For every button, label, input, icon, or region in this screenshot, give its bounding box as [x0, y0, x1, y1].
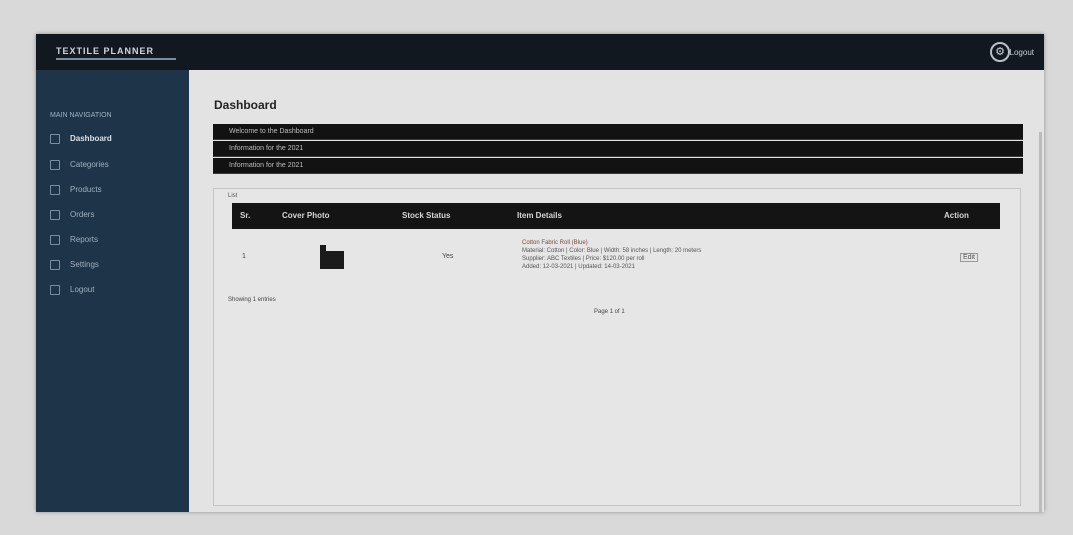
accordion-item[interactable]: Information for the 2021 — [213, 141, 1023, 157]
sidebar-heading: MAIN NAVIGATION — [50, 112, 112, 119]
sidebar-item-label: Reports — [70, 235, 99, 244]
sidebar-item-label: Settings — [70, 260, 99, 269]
sidebar-item-products[interactable]: Products — [50, 183, 178, 197]
sidebar: MAIN NAVIGATION Dashboard Categories Pro… — [36, 70, 189, 512]
app-window: TEXTILE PLANNER ⚙ Logout MAIN NAVIGATION… — [36, 34, 1044, 512]
square-icon — [50, 284, 60, 295]
sidebar-item-label: Products — [70, 185, 102, 194]
panel-label: List — [228, 193, 238, 199]
showing-entries: Showing 1 entries — [228, 297, 276, 303]
column-header-action[interactable]: Action — [944, 203, 969, 229]
sidebar-item-label: Logout — [70, 285, 95, 294]
main-content: Dashboard Welcome to the Dashboard Infor… — [189, 70, 1044, 512]
table-header: Sr. Cover Photo Stock Status Item Detail… — [232, 203, 1000, 229]
sidebar-item-settings[interactable]: Settings — [50, 258, 178, 272]
square-icon — [50, 209, 60, 220]
stock-status: Yes — [442, 253, 454, 260]
square-icon — [50, 234, 60, 245]
items-table: Sr. Cover Photo Stock Status Item Detail… — [232, 203, 1000, 285]
sidebar-item-categories[interactable]: Categories — [50, 158, 178, 172]
square-icon — [50, 133, 60, 144]
accordion-item[interactable]: Information for the 2021 — [213, 158, 1023, 174]
sidebar-item-logout[interactable]: Logout — [50, 283, 178, 297]
column-header-item-details[interactable]: Item Details — [517, 203, 562, 229]
item-title: Cotton Fabric Roll (Blue) — [522, 240, 588, 246]
sidebar-item-label: Orders — [70, 210, 95, 219]
logout-link[interactable]: Logout — [1010, 48, 1034, 57]
row-sr: 1 — [242, 253, 246, 260]
table-row: 1 Yes Cotton Fabric Roll (Blue) Material… — [232, 229, 1000, 285]
sidebar-item-dashboard[interactable]: Dashboard — [50, 132, 178, 146]
scrollbar[interactable] — [1039, 132, 1042, 512]
square-icon — [50, 259, 60, 270]
page-title: Dashboard — [214, 98, 277, 112]
square-icon — [50, 184, 60, 195]
cover-photo-thumbnail[interactable] — [320, 245, 344, 269]
top-bar: TEXTILE PLANNER ⚙ Logout — [36, 34, 1044, 70]
item-spec: Material: Cotton | Color: Blue | Width: … — [522, 248, 702, 254]
item-details: Cotton Fabric Roll (Blue) Material: Cott… — [522, 239, 701, 271]
gear-icon[interactable]: ⚙ — [990, 42, 1010, 62]
item-supplier: Supplier: ABC Textiles | Price: $120.00 … — [522, 256, 645, 262]
sidebar-item-label: Dashboard — [70, 134, 112, 143]
pagination[interactable]: Page 1 of 1 — [594, 309, 625, 315]
column-header-cover-photo[interactable]: Cover Photo — [282, 203, 330, 229]
app-logo[interactable]: TEXTILE PLANNER — [56, 47, 176, 60]
sidebar-item-label: Categories — [70, 160, 109, 169]
sidebar-item-orders[interactable]: Orders — [50, 208, 178, 222]
item-dates: Added: 12-03-2021 | Updated: 14-03-2021 — [522, 264, 635, 270]
list-panel: List Sr. Cover Photo Stock Status Item D… — [213, 188, 1021, 506]
square-icon — [50, 159, 60, 170]
edit-button[interactable]: Edit — [959, 253, 978, 262]
column-header-stock-status[interactable]: Stock Status — [402, 203, 450, 229]
column-header-sr[interactable]: Sr. — [240, 203, 250, 229]
accordion-item[interactable]: Welcome to the Dashboard — [213, 124, 1023, 140]
sidebar-item-reports[interactable]: Reports — [50, 233, 178, 247]
